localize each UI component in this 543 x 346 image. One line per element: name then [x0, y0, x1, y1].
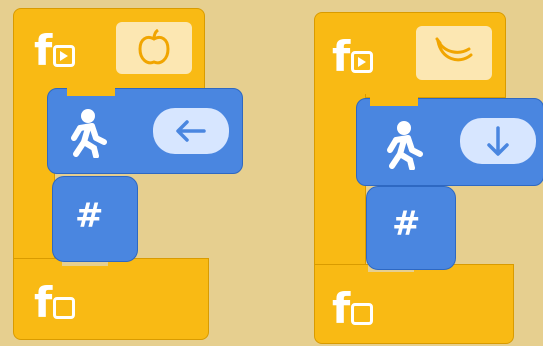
square-icon: [53, 297, 76, 319]
walking-person-icon: [71, 109, 107, 158]
function-call-label: f: [34, 282, 76, 324]
play-icon: [53, 45, 76, 67]
function-definition-label: f: [332, 36, 374, 78]
direction-pill[interactable]: [153, 108, 229, 154]
direction-pill[interactable]: [460, 118, 536, 164]
program-right: f f #: [310, 0, 543, 346]
banana-icon: [435, 37, 473, 62]
grid-hash-icon: #: [75, 196, 104, 236]
square-icon: [351, 303, 374, 325]
apple-icon: [138, 29, 170, 65]
function-call-label: f: [332, 288, 374, 330]
walking-person-icon: [387, 121, 423, 170]
block-notch: [370, 96, 418, 106]
arrow-left-icon: [176, 120, 206, 142]
function-definition-label: f: [34, 30, 76, 72]
fruit-slot[interactable]: [416, 26, 492, 80]
fruit-slot[interactable]: [116, 22, 192, 74]
play-icon: [351, 51, 374, 73]
arrow-down-icon: [487, 126, 509, 156]
block-notch: [67, 86, 115, 96]
grid-hash-icon: #: [392, 204, 421, 244]
program-left: f f #: [0, 0, 243, 346]
